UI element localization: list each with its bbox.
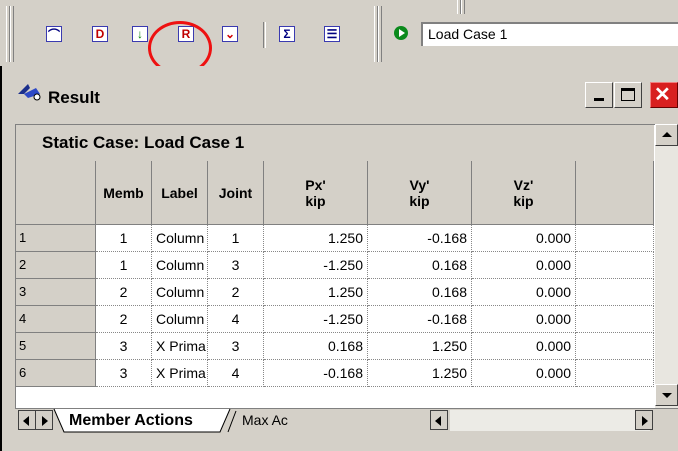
column-header-extra[interactable]	[576, 161, 654, 225]
cell-label[interactable]: Column	[152, 279, 208, 306]
play-icon[interactable]	[394, 26, 408, 40]
close-icon: ✕	[654, 84, 671, 106]
cell-label[interactable]: Column	[152, 306, 208, 333]
scroll-down-button[interactable]	[655, 384, 678, 406]
column-header-memb[interactable]: Memb	[96, 161, 152, 225]
toolbar-grip[interactable]	[378, 6, 382, 62]
column-header-vy[interactable]: Vy' kip	[368, 161, 472, 225]
d-button[interactable]: D	[88, 23, 112, 46]
cell-extra[interactable]	[576, 333, 654, 360]
cell-extra[interactable]	[576, 279, 654, 306]
deflection-icon: ⌄	[222, 26, 238, 42]
cell-memb[interactable]: 2	[96, 279, 152, 306]
cell-joint[interactable]: 4	[208, 306, 264, 333]
cell-vz[interactable]: 0.000	[472, 252, 576, 279]
cell-vy[interactable]: -0.168	[368, 225, 472, 252]
right-arrow-icon	[642, 416, 648, 426]
vertical-scrollbar[interactable]	[655, 124, 678, 408]
cell-px[interactable]: -1.250	[264, 306, 368, 333]
case-title: Static Case: Load Case 1	[16, 125, 654, 161]
cell-extra[interactable]	[576, 225, 654, 252]
arch-icon: ⌒	[46, 26, 62, 42]
maximize-icon	[621, 88, 635, 101]
minimize-icon	[594, 98, 604, 101]
cell-extra[interactable]	[576, 360, 654, 387]
down-arrow-icon: ↓	[132, 26, 148, 42]
tab-max-actions[interactable]: Max Ac	[226, 408, 342, 433]
column-header-joint[interactable]: Joint	[208, 161, 264, 225]
toolbar-grip[interactable]	[10, 6, 14, 62]
cell-vy[interactable]: -0.168	[368, 306, 472, 333]
cell-px[interactable]: -1.250	[264, 252, 368, 279]
cell-px[interactable]: 0.168	[264, 333, 368, 360]
row-header[interactable]: 3	[16, 279, 96, 306]
cell-label[interactable]: X Prima	[152, 333, 208, 360]
window-bottom-edge	[2, 433, 678, 451]
cell-vz[interactable]: 0.000	[472, 225, 576, 252]
cell-px[interactable]: -0.168	[264, 360, 368, 387]
cell-px[interactable]: 1.250	[264, 279, 368, 306]
horizontal-scrollbar[interactable]	[450, 410, 650, 431]
hscroll-left-button[interactable]	[430, 410, 448, 430]
row-header[interactable]: 6	[16, 360, 96, 387]
cell-joint[interactable]: 2	[208, 279, 264, 306]
scroll-up-button[interactable]	[655, 124, 678, 146]
cell-joint[interactable]: 3	[208, 252, 264, 279]
cell-memb[interactable]: 2	[96, 306, 152, 333]
cell-label[interactable]: Column	[152, 225, 208, 252]
cell-vz[interactable]: 0.000	[472, 279, 576, 306]
sigma-icon: Σ	[279, 26, 295, 42]
sigma-button[interactable]: Σ	[275, 23, 299, 46]
cell-vy[interactable]: 0.168	[368, 279, 472, 306]
deflection-button[interactable]: ⌄	[218, 23, 242, 46]
cell-extra[interactable]	[576, 252, 654, 279]
maximize-button[interactable]	[614, 82, 642, 108]
cell-vz[interactable]: 0.000	[472, 306, 576, 333]
close-button[interactable]: ✕	[650, 82, 678, 108]
cell-vy[interactable]: 0.168	[368, 252, 472, 279]
cell-vy[interactable]: 1.250	[368, 360, 472, 387]
title-bar[interactable]	[4, 70, 678, 114]
up-arrow-icon	[662, 132, 672, 137]
cell-vz[interactable]: 0.000	[472, 360, 576, 387]
window-title: Result	[48, 88, 100, 107]
cell-extra[interactable]	[576, 306, 654, 333]
cell-memb[interactable]: 1	[96, 225, 152, 252]
result-window-icon	[16, 80, 44, 104]
d-icon: D	[92, 26, 108, 42]
row-header[interactable]: 5	[16, 333, 96, 360]
toolbar-separator	[263, 22, 266, 48]
cell-joint[interactable]: 1	[208, 225, 264, 252]
header-corner[interactable]	[16, 161, 96, 225]
load-case-select[interactable]: Load Case 1	[421, 22, 678, 46]
column-header-vz[interactable]: Vz' kip	[472, 161, 576, 225]
down-arrow-icon	[662, 393, 672, 398]
cell-memb[interactable]: 3	[96, 333, 152, 360]
row-header[interactable]: 4	[16, 306, 96, 333]
tab-prev-button[interactable]	[18, 410, 36, 430]
row-header[interactable]: 1	[16, 225, 96, 252]
row-header[interactable]: 2	[16, 252, 96, 279]
report-button[interactable]: ☰	[320, 23, 344, 46]
column-header-label[interactable]: Label	[152, 161, 208, 225]
cell-joint[interactable]: 3	[208, 333, 264, 360]
cell-vz[interactable]: 0.000	[472, 333, 576, 360]
left-arrow-icon	[435, 416, 441, 426]
arch-button[interactable]: ⌒	[42, 23, 66, 46]
cell-label[interactable]: Column	[152, 252, 208, 279]
tab-member-actions[interactable]: Member Actions	[55, 408, 193, 433]
left-arrow-icon	[23, 416, 29, 426]
cell-memb[interactable]: 3	[96, 360, 152, 387]
right-arrow-icon	[42, 416, 48, 426]
cell-px[interactable]: 1.250	[264, 225, 368, 252]
hscroll-right-button[interactable]	[635, 410, 653, 430]
cell-joint[interactable]: 4	[208, 360, 264, 387]
minimize-button[interactable]	[585, 82, 613, 108]
cell-vy[interactable]: 1.250	[368, 333, 472, 360]
cell-label[interactable]: X Prima	[152, 360, 208, 387]
column-header-px[interactable]: Px' kip	[264, 161, 368, 225]
cell-memb[interactable]: 1	[96, 252, 152, 279]
toolbar-grip[interactable]	[461, 0, 465, 14]
report-icon: ☰	[324, 26, 340, 42]
